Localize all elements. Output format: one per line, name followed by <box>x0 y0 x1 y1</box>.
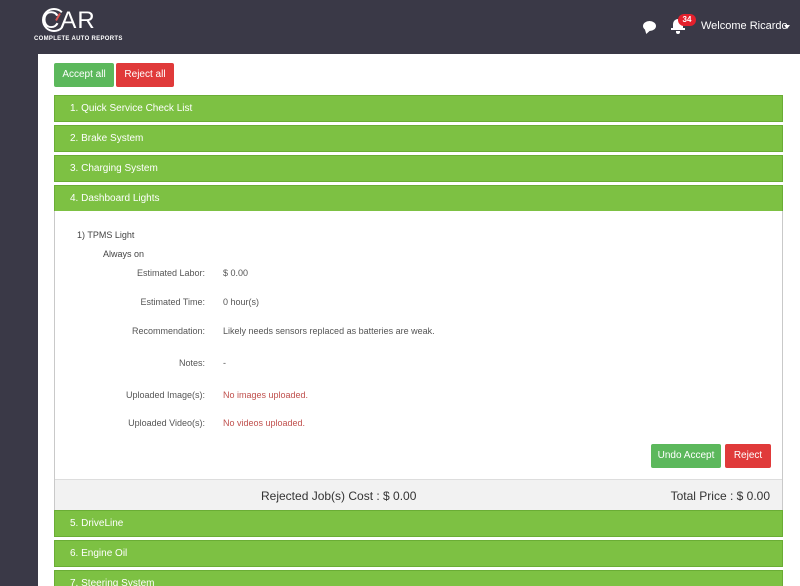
recommendation-label: Recommendation: <box>131 326 205 336</box>
section-charging-system[interactable]: 3. Charging System <box>54 155 783 182</box>
bell-clapper <box>676 31 680 34</box>
uploaded-images-label: Uploaded Image(s): <box>125 390 205 400</box>
section-quick-service[interactable]: 1. Quick Service Check List <box>54 95 783 122</box>
uploaded-videos-label: Uploaded Video(s): <box>128 418 205 428</box>
estimated-time-value: 0 hour(s) <box>223 297 260 307</box>
reject-all-button[interactable]: Reject all <box>116 63 174 87</box>
estimated-time-label: Estimated Time: <box>140 297 205 307</box>
section-engine-oil[interactable]: 6. Engine Oil <box>54 540 783 567</box>
chat-icon[interactable] <box>643 21 656 31</box>
logo-subtitle: COMPLETE AUTO REPORTS <box>34 36 123 42</box>
total-price: Total Price : $ 0.00 <box>670 489 770 503</box>
user-menu-label[interactable]: Welcome Ricardo <box>701 20 788 32</box>
section-dashboard-lights[interactable]: 4. Dashboard Lights <box>54 185 783 212</box>
recommendation-value: Likely needs sensors replaced as batteri… <box>223 326 435 336</box>
accept-all-button[interactable]: Accept all <box>54 63 114 87</box>
bell-rim <box>671 28 685 30</box>
notification-badge[interactable]: 34 <box>678 14 696 26</box>
notes-value: - <box>223 358 226 368</box>
notes-label: Notes: <box>178 358 205 368</box>
section-driveline[interactable]: 5. DriveLine <box>54 510 783 537</box>
undo-accept-button[interactable]: Undo Accept <box>651 444 721 468</box>
section-steering-system[interactable]: 7. Steering System <box>54 570 783 586</box>
section-brake-system[interactable]: 2. Brake System <box>54 125 783 152</box>
logo-text: CAR <box>42 7 96 34</box>
estimated-labor-value: $ 0.00 <box>223 268 249 278</box>
estimated-labor-label: Estimated Labor: <box>136 268 205 278</box>
dashboard-lights-panel: 1) TPMS Light Always on Estimated Labor:… <box>54 211 783 511</box>
top-navbar: CAR COMPLETE AUTO REPORTS 34 Welcome Ric… <box>0 0 800 54</box>
reject-button[interactable]: Reject <box>725 444 771 468</box>
panel-footer: Rejected Job(s) Cost : $ 0.00 Total Pric… <box>55 479 782 510</box>
item-status: Always on <box>103 249 145 259</box>
caret-down-icon[interactable] <box>784 25 790 29</box>
rejected-jobs-cost: Rejected Job(s) Cost : $ 0.00 <box>261 489 417 503</box>
uploaded-videos-value: No videos uploaded. <box>223 418 306 428</box>
uploaded-images-value: No images uploaded. <box>223 390 309 400</box>
main-content: Accept all Reject all 1. Quick Service C… <box>38 54 800 586</box>
item-title: 1) TPMS Light <box>77 230 135 240</box>
car-logo[interactable]: CAR COMPLETE AUTO REPORTS <box>32 5 132 45</box>
